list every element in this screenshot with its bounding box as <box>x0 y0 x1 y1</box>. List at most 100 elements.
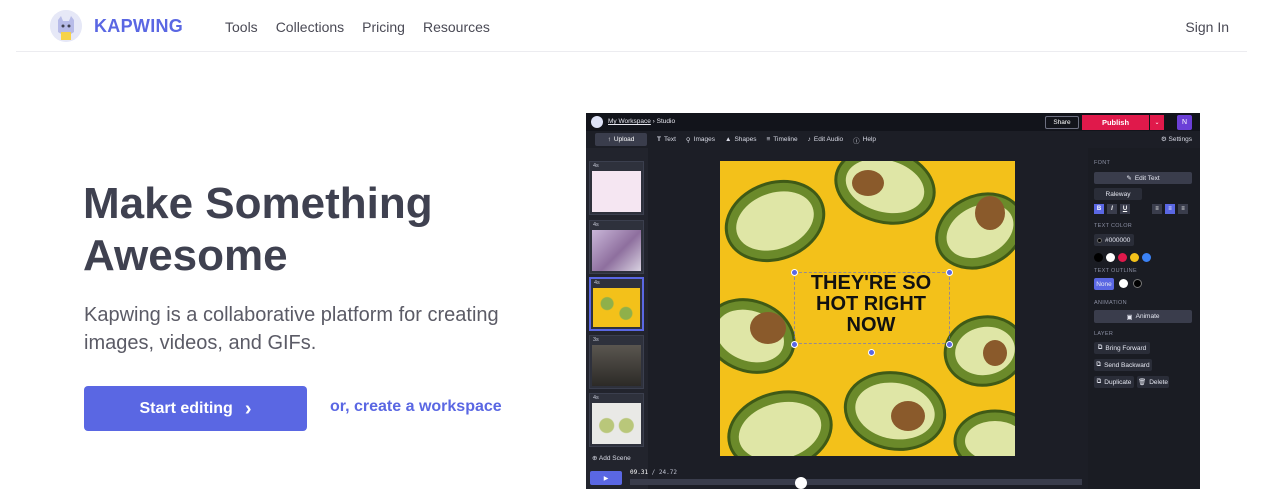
font-section-label: FONT <box>1094 160 1111 166</box>
layer-down-icon: ⧉ <box>1096 361 1102 368</box>
create-workspace-link[interactable]: or, create a workspace <box>330 398 502 416</box>
text-tool[interactable]: T Text <box>657 136 676 143</box>
layer-label: LAYER <box>1094 331 1114 337</box>
underline-button[interactable]: U <box>1120 204 1130 214</box>
help-tool[interactable]: ⓘ Help <box>853 135 876 145</box>
outline-none-button[interactable]: None <box>1094 278 1114 290</box>
workspace-link[interactable]: My Workspace <box>608 118 651 125</box>
font-select[interactable]: Raleway <box>1094 188 1142 200</box>
images-tool[interactable]: ⚲ Images <box>686 136 715 144</box>
nav-link-tools[interactable]: Tools <box>225 19 258 35</box>
edit-audio-label: Edit Audio <box>813 136 844 143</box>
text-tool-label: Text <box>663 136 676 143</box>
shapes-tool[interactable]: ▲ Shapes <box>725 136 756 143</box>
scene-thumbnail[interactable]: 4s <box>589 393 644 447</box>
text-color-label: TEXT COLOR <box>1094 223 1133 229</box>
scenes-panel: 4s 4s 4s 3s 4s <box>586 148 648 489</box>
scene-thumbnail[interactable]: 4s <box>589 161 644 215</box>
scene-duration: 4s <box>593 395 599 401</box>
sign-in-link[interactable]: Sign In <box>1185 19 1229 35</box>
brand-logo[interactable]: KAPWING <box>50 10 183 42</box>
send-backward-button[interactable]: ⧉ Send Backward <box>1094 359 1152 371</box>
upload-button[interactable]: ↑ Upload <box>595 133 647 146</box>
outline-black-swatch[interactable] <box>1133 279 1142 288</box>
align-right-icon[interactable]: ≡ <box>1178 204 1188 214</box>
film-icon: ▣ <box>1126 313 1133 321</box>
canvas-caption[interactable]: THEY'RE SO HOT RIGHT NOW <box>796 273 946 336</box>
workspace-avatar-icon[interactable] <box>591 116 603 128</box>
help-tool-label: Help <box>862 136 877 143</box>
scene-preview <box>592 171 641 212</box>
share-button[interactable]: Share <box>1045 116 1079 129</box>
color-dot-icon <box>1097 237 1102 243</box>
scene-thumbnail[interactable]: 3s <box>589 335 644 389</box>
plus-circle-icon: ⊕ <box>592 455 598 462</box>
duplicate-button[interactable]: ⧉ Duplicate <box>1094 376 1134 388</box>
resize-handle[interactable] <box>791 341 798 348</box>
delete-label: Delete <box>1149 378 1169 386</box>
timeline-tool[interactable]: ≡ Timeline <box>766 136 797 143</box>
nav-link-resources[interactable]: Resources <box>423 19 490 35</box>
brand-name: KAPWING <box>94 15 184 36</box>
animate-button[interactable]: ▣ Animate <box>1094 310 1192 323</box>
swatch-yellow[interactable] <box>1130 253 1139 262</box>
editor-canvas[interactable]: THEY'RE SO HOT RIGHT NOW <box>720 161 1015 456</box>
swatch-black[interactable] <box>1094 253 1103 262</box>
hero-subtitle: Kapwing is a collaborative platform for … <box>84 304 499 354</box>
playhead-knob[interactable] <box>795 477 807 489</box>
scene-preview <box>592 403 641 444</box>
nav-link-collections[interactable]: Collections <box>276 19 344 35</box>
animate-label: Animate <box>1135 313 1160 320</box>
delete-button[interactable]: 🗑 Delete <box>1137 376 1169 388</box>
resize-handle[interactable] <box>791 269 798 276</box>
italic-button[interactable]: I <box>1107 204 1117 214</box>
shapes-tool-label: Shapes <box>734 136 757 143</box>
swatch-white[interactable] <box>1106 253 1115 262</box>
resize-handle[interactable] <box>946 341 953 348</box>
edit-text-button[interactable]: ✎ Edit Text <box>1094 172 1192 184</box>
scene-thumbnail-active[interactable]: 4s <box>589 277 644 331</box>
animation-label: ANIMATION <box>1094 300 1127 306</box>
align-left-icon[interactable]: ≡ <box>1152 204 1162 214</box>
outline-white-swatch[interactable] <box>1119 279 1128 288</box>
start-editing-label: Start editing <box>139 399 233 417</box>
publish-button[interactable]: Publish <box>1082 115 1149 130</box>
add-scene-button[interactable]: ⊕ Add Scene <box>592 454 631 462</box>
help-icon: ⓘ <box>853 137 860 145</box>
resize-handle[interactable] <box>946 269 953 276</box>
send-backward-label: Send Backward <box>1104 361 1150 369</box>
duplicate-icon: ⧉ <box>1096 378 1102 385</box>
gear-icon: ⚙ <box>1160 136 1167 143</box>
editor-screenshot: My Workspace › Studio Share Publish ⌄ N … <box>586 113 1200 489</box>
color-hex-input[interactable]: #000000 <box>1094 234 1134 246</box>
chevron-down-icon[interactable]: ⌄ <box>1150 115 1164 130</box>
rotate-handle[interactable] <box>868 349 875 356</box>
swatch-red[interactable] <box>1118 253 1127 262</box>
trash-icon: 🗑 <box>1137 379 1147 386</box>
hero-title-line2: Awesome <box>83 231 288 280</box>
color-hex-value: #000000 <box>1105 236 1131 244</box>
play-icon: ▶ <box>603 475 609 482</box>
nav-link-pricing[interactable]: Pricing <box>362 19 405 35</box>
align-center-icon[interactable]: ≡ <box>1165 204 1175 214</box>
pencil-icon: ✎ <box>1126 175 1132 182</box>
music-note-icon: ♪ <box>807 136 811 143</box>
search-icon: ⚲ <box>685 136 691 144</box>
bold-button[interactable]: B <box>1094 204 1104 214</box>
edit-audio-tool[interactable]: ♪ Edit Audio <box>808 136 844 143</box>
start-editing-button[interactable]: Start editing › <box>84 386 307 431</box>
timeline-icon: ≡ <box>766 136 771 143</box>
scene-duration: 3s <box>593 337 599 343</box>
editor-breadcrumb: My Workspace › Studio <box>608 118 675 125</box>
layer-up-icon: ⧉ <box>1097 344 1103 351</box>
swatch-blue[interactable] <box>1142 253 1151 262</box>
play-button[interactable]: ▶ <box>590 471 622 485</box>
user-avatar[interactable]: N <box>1177 115 1192 130</box>
time-current: 09.31 <box>630 469 649 476</box>
scene-duration: 4s <box>593 222 599 228</box>
scene-thumbnail[interactable]: 4s <box>589 220 644 274</box>
hero-title: Make Something Awesome <box>83 178 543 282</box>
timeline-track[interactable] <box>630 479 1082 485</box>
settings-button[interactable]: ⚙ Settings <box>1161 135 1192 143</box>
bring-forward-button[interactable]: ⧉ Bring Forward <box>1094 342 1150 354</box>
